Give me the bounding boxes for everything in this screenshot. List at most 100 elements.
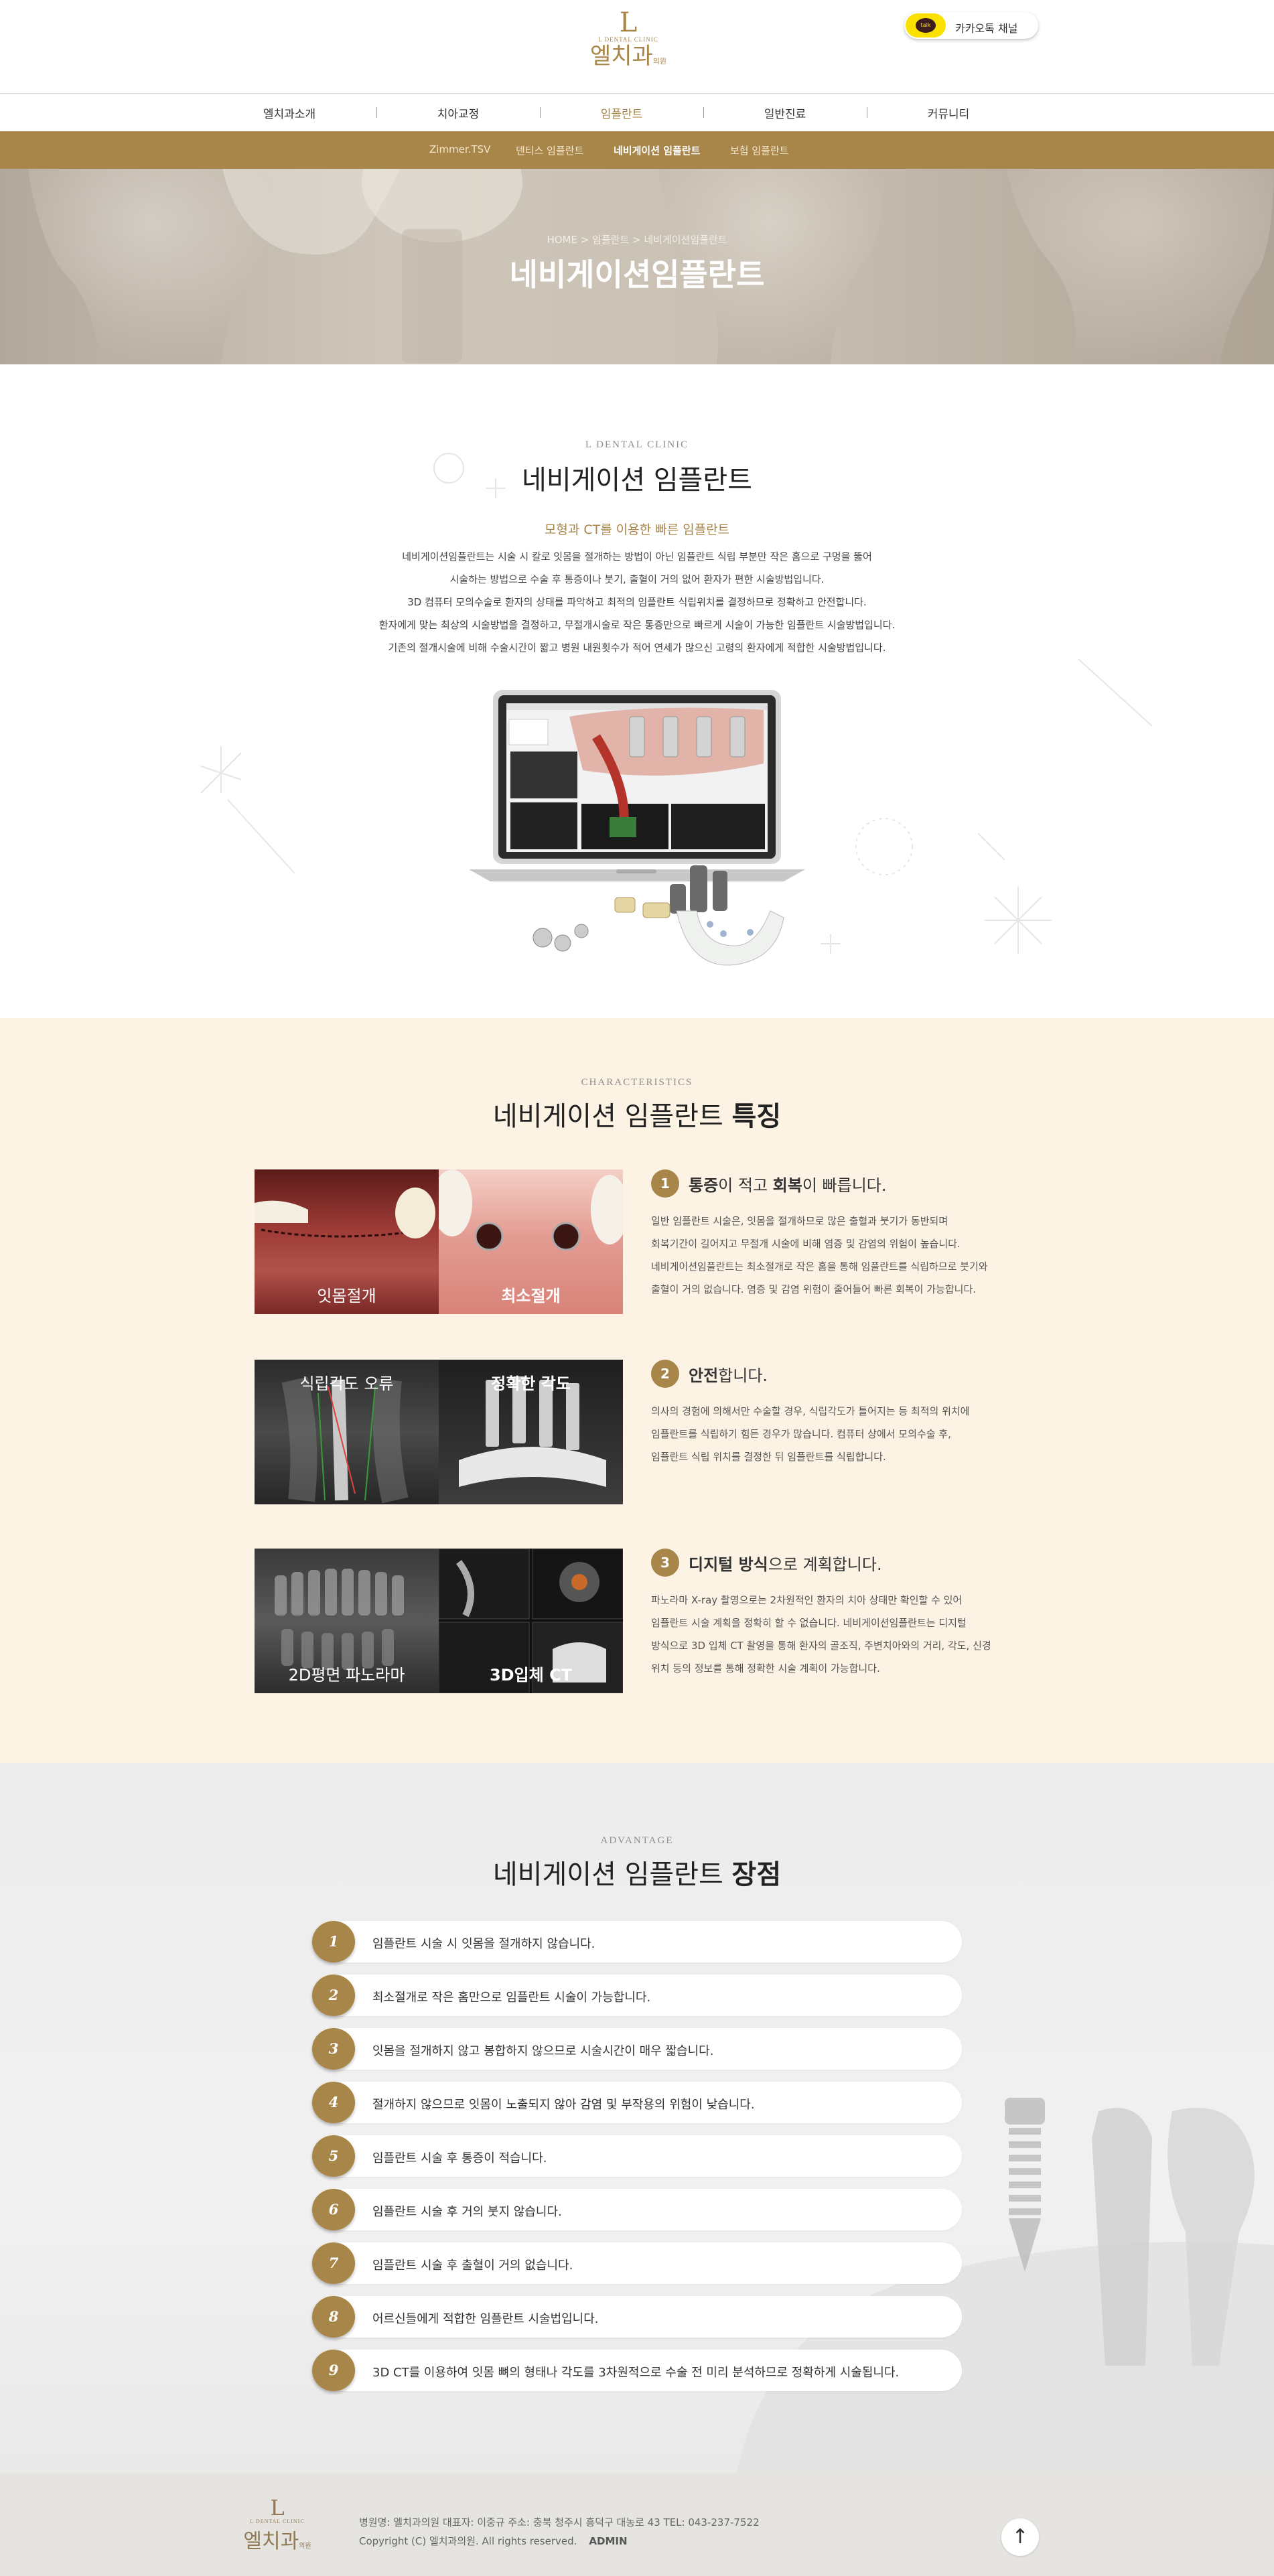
- advantage-item: 4 절개하지 않으므로 잇몸이 노출되지 않아 감염 및 부작용의 위험이 낮습니…: [312, 2082, 962, 2123]
- title-normal: 네비게이션 임플란트: [492, 1859, 732, 1890]
- breadcrumb: HOME > 임플란트 > 네비게이션임플란트: [547, 234, 727, 246]
- logo-tagline: L DENTAL CLINIC: [598, 36, 658, 43]
- image-caption: 식립각도 오류: [299, 1374, 394, 1393]
- site-header: Ⅼ L DENTAL CLINIC 엘치과의원 talk 카카오톡 채널: [0, 0, 1274, 94]
- title-bold: 장점: [731, 1859, 782, 1890]
- advantage-text: 임플란트 시술 시 잇몸을 절개하지 않습니다.: [372, 1937, 595, 1951]
- footer-logo-mark-icon: Ⅼ: [270, 2495, 285, 2520]
- hero-banner: HOME > 임플란트 > 네비게이션임플란트 네비게이션임플란트: [0, 169, 1274, 364]
- desc-line: 임플란트를 식립하기 힘든 경우가 많습니다. 컴퓨터 상에서 모의수술 후,: [651, 1428, 951, 1440]
- advantage-number: 3: [312, 2028, 355, 2070]
- footer-logo-tagline: L DENTAL CLINIC: [250, 2518, 305, 2524]
- ct-3d-scan: 3D입체 CT: [439, 1549, 623, 1693]
- advantage-item: 3 잇몸을 절개하지 않고 봉합하지 않으므로 시술시간이 매우 짧습니다.: [312, 2028, 962, 2070]
- kakao-icon: talk: [906, 13, 946, 38]
- footer-logo-suffix: 의원: [299, 2543, 311, 2550]
- section-eyebrow: CHARACTERISTICS: [581, 1077, 693, 1088]
- advantage-text: 잇몸을 절개하지 않고 봉합하지 않으므로 시술시간이 매우 짧습니다.: [372, 2044, 714, 2058]
- correct-angle-xray: 정확한 각도: [439, 1360, 623, 1504]
- desc-line: 위치 등의 정보를 통해 정확한 시술 계획이 가능합니다.: [651, 1662, 880, 1674]
- feature-item: 2D평면 파노라마 3D입체 CT 3 디지털 방식으로 계획합니다. 파노라마…: [255, 1549, 1019, 1697]
- nav-item-general[interactable]: 일반진료: [718, 104, 852, 121]
- desc-line: 회복기간이 길어지고 무절개 시술에 비해 염증 및 감염의 위험이 높습니다.: [651, 1238, 961, 1250]
- feature-number: 1: [651, 1169, 679, 1198]
- feature-title: 통증이 적고 회복이 빠릅니다.: [689, 1172, 887, 1196]
- advantage-text: 임플란트 시술 후 거의 붓지 않습니다.: [372, 2205, 562, 2219]
- image-caption: 정확한 각도: [491, 1374, 571, 1393]
- footer-address: 병원명: 엘치과의원 대표자: 이중규 주소: 충북 청주시 흥덕구 대농로 4…: [359, 2516, 760, 2528]
- sub-nav: Zimmer.TSV 덴티스 임플란트 네비게이션 임플란트 보험 임플란트: [0, 131, 1274, 169]
- advantage-number: 7: [312, 2242, 355, 2284]
- kakao-channel-button[interactable]: talk 카카오톡 채널: [904, 12, 1038, 39]
- footer-logo[interactable]: Ⅼ L DENTAL CLINIC 엘치과의원: [230, 2497, 324, 2564]
- desc-line: 의사의 경험에 의해서만 수술할 경우, 식립각도가 틀어지는 등 최적의 위치…: [651, 1405, 970, 1417]
- advantage-text: 최소절개로 작은 홈만으로 임플란트 시술이 가능합니다.: [372, 1991, 651, 2005]
- scroll-to-top-button[interactable]: ↑: [1001, 2518, 1039, 2556]
- advantage-number: 2: [312, 1975, 355, 2016]
- advantage-text: 임플란트 시술 후 출혈이 거의 없습니다.: [372, 2259, 573, 2273]
- advantage-item: 6 임플란트 시술 후 거의 붓지 않습니다.: [312, 2189, 962, 2230]
- angle-error-xray: 식립각도 오류: [255, 1360, 439, 1504]
- panorama-vs-ct-image: 2D평면 파노라마 3D입체 CT: [255, 1549, 623, 1693]
- advantage-number: 8: [312, 2296, 355, 2338]
- subnav-item-navigation[interactable]: 네비게이션 임플란트: [614, 143, 700, 157]
- desc-line: 방식으로 3D 입체 CT 촬영을 통해 환자의 골조직, 주변치아와의 거리,…: [651, 1640, 991, 1652]
- advantage-section: ADVANTAGE 네비게이션 임플란트 장점 1 임플란트 시술 시 잇몸을 절…: [0, 1763, 1274, 2473]
- feature-number: 3: [651, 1549, 679, 1577]
- intro-line: 시술하는 방법으로 수술 후 통증이나 붓기, 출혈이 거의 없어 환자가 편한…: [449, 573, 825, 585]
- desc-line: 파노라마 X-ray 촬영으로는 2차원적인 환자의 치아 상태만 확인할 수 …: [651, 1594, 963, 1606]
- logo-suffix: 의원: [652, 57, 667, 66]
- footer-info: 병원명: 엘치과의원 대표자: 이중규 주소: 충북 청주시 흥덕구 대농로 4…: [359, 2513, 760, 2551]
- section-subtitle: 모형과 CT를 이용한 빠른 임플란트: [544, 522, 730, 537]
- advantage-text: 절개하지 않으므로 잇몸이 노출되지 않아 감염 및 부작용의 위험이 낮습니다…: [372, 2098, 755, 2112]
- nav-divider: [703, 107, 704, 118]
- nav-item-community[interactable]: 커뮤니티: [881, 104, 1015, 121]
- desc-line: 출혈이 거의 없습니다. 염증 및 감염 위험이 줄어들어 빠른 회복이 가능합…: [651, 1283, 977, 1295]
- desc-line: 일반 임플란트 시술은, 잇몸을 절개하므로 많은 출혈과 붓기가 동반되며: [651, 1215, 948, 1227]
- nav-item-about[interactable]: 엘치과소개: [222, 104, 356, 121]
- gum-incision-comparison-image: 잇몸절개 최소절개: [255, 1169, 623, 1314]
- nav-item-implant[interactable]: 임플란트: [555, 104, 689, 121]
- logo-name: 엘치과: [589, 43, 653, 70]
- advantage-item: 8 어르신들에게 적합한 임플란트 시술법입니다.: [312, 2296, 962, 2338]
- intro-line: 네비게이션임플란트는 시술 시 칼로 잇몸을 절개하는 방법이 아닌 임플란트 …: [402, 551, 872, 563]
- intro-section: L DENTAL CLINIC 네비게이션 임플란트 모형과 CT를 이용한 빠…: [0, 364, 1274, 1018]
- advantage-text: 어르신들에게 적합한 임플란트 시술법입니다.: [372, 2312, 599, 2326]
- advantage-number: 9: [312, 2350, 355, 2391]
- image-caption: 2D평면 파노라마: [288, 1666, 405, 1685]
- advantage-text: 임플란트 시술 후 통증이 적습니다.: [372, 2151, 547, 2165]
- image-caption: 최소절개: [501, 1287, 561, 1305]
- advantage-number: 5: [312, 2135, 355, 2177]
- feature-title-bold: 안전: [689, 1366, 719, 1385]
- feature-description: 일반 임플란트 시술은, 잇몸을 절개하므로 많은 출혈과 붓기가 동반되며 회…: [651, 1210, 1026, 1301]
- kakao-icon-text: talk: [916, 18, 936, 33]
- arrow-up-icon: ↑: [1011, 2525, 1029, 2549]
- logo-mark-icon: Ⅼ: [619, 7, 638, 38]
- feature-title-bold: 통증: [689, 1176, 719, 1195]
- intro-line: 3D 컴퓨터 모의수술로 환자의 상태를 파악하고 최적의 임플란트 식립위치를…: [407, 596, 867, 608]
- feature-description: 의사의 경험에 의해서만 수술할 경우, 식립각도가 틀어지는 등 최적의 위치…: [651, 1400, 1026, 1468]
- subnav-item-zimmer[interactable]: Zimmer.TSV: [429, 143, 490, 155]
- nav-divider: [376, 107, 377, 118]
- advantage-number: 4: [312, 2082, 355, 2123]
- characteristics-section: CHARACTERISTICS 네비게이션 임플란트 특징 잇몸절개 최소절개 …: [0, 1018, 1274, 1763]
- image-caption: 잇몸절개: [317, 1287, 376, 1305]
- nav-item-ortho[interactable]: 치아교정: [391, 104, 525, 121]
- advantage-number: 1: [312, 1921, 355, 1962]
- feature-title-text: 합니다.: [718, 1366, 768, 1385]
- admin-link[interactable]: ADMIN: [589, 2535, 627, 2547]
- panorama-xray: 2D평면 파노라마: [255, 1549, 439, 1693]
- subnav-item-dentis[interactable]: 덴티스 임플란트: [516, 143, 583, 157]
- feature-title-text: 이 빠릅니다.: [802, 1176, 887, 1195]
- footer-copyright: Copyright (C) 엘치과의원. All rights reserved…: [359, 2535, 577, 2547]
- intro-line: 환자에게 맞는 최상의 시술방법을 결정하고, 무절개시술로 작은 통증만으로 …: [378, 619, 896, 631]
- feature-title-bold: 회복: [772, 1176, 802, 1195]
- incision-photo: 잇몸절개: [255, 1169, 439, 1314]
- feature-item: 잇몸절개 최소절개 1 통증이 적고 회복이 빠릅니다. 일반 임플란트 시술은…: [255, 1169, 1019, 1318]
- section-title: 네비게이션 임플란트 장점: [0, 1853, 1274, 1891]
- subnav-item-insurance[interactable]: 보험 임플란트: [730, 143, 789, 157]
- site-footer: Ⅼ L DENTAL CLINIC 엘치과의원 병원명: 엘치과의원 대표자: …: [0, 2473, 1274, 2576]
- site-logo[interactable]: Ⅼ L DENTAL CLINIC 엘치과의원: [581, 9, 675, 83]
- feature-description: 파노라마 X-ray 촬영으로는 2차원적인 환자의 치아 상태만 확인할 수 …: [651, 1589, 1026, 1680]
- minimal-incision-photo: 최소절개: [439, 1169, 623, 1314]
